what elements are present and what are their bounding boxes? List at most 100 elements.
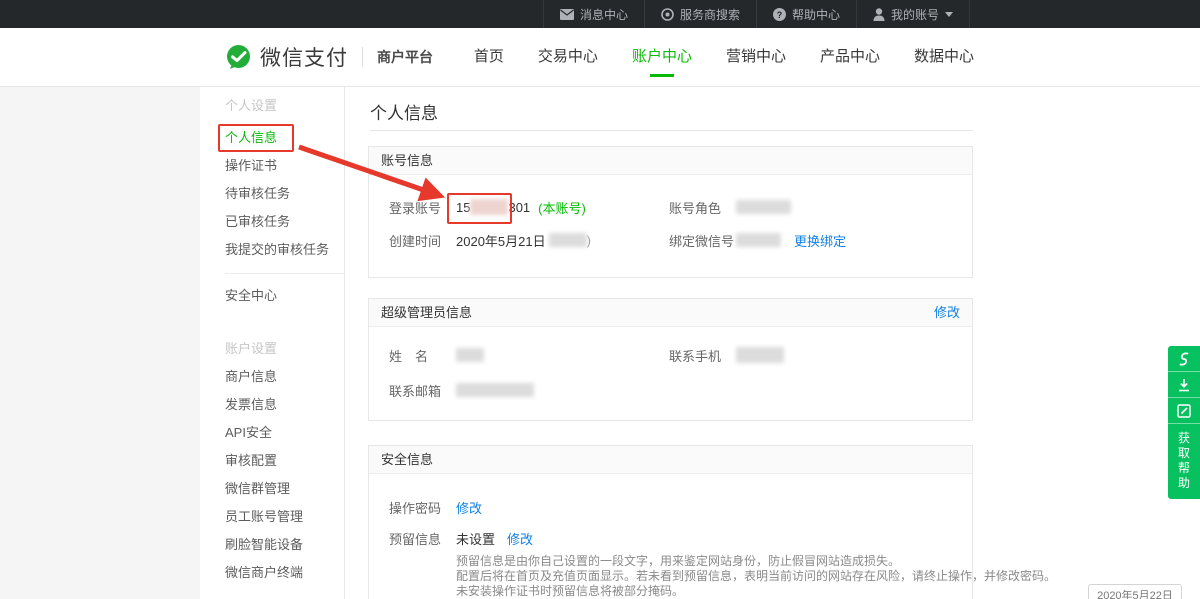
redacted-email: [456, 383, 534, 397]
sidebar-item-reviewed-tasks[interactable]: 已审核任务: [200, 208, 344, 236]
admin-name-label: 姓 名: [389, 347, 428, 363]
sidebar-header-account-settings: 账户设置: [200, 335, 344, 363]
nav-account-center[interactable]: 账户中心: [628, 28, 696, 86]
account-role-label: 账号角色: [669, 199, 721, 215]
sidebar-item-pending-review-tasks[interactable]: 待审核任务: [200, 180, 344, 208]
get-help-button[interactable]: 获取帮助: [1168, 424, 1200, 499]
admin-phone-label: 联系手机: [669, 347, 721, 363]
login-account-value: 15 301 (本账号): [456, 199, 586, 215]
title-divider: [370, 130, 973, 131]
brand-portal: 商户平台: [377, 47, 433, 67]
super-admin-card: 超级管理员信息 修改 姓 名 联系手机 联系邮箱: [368, 298, 973, 421]
link-icon: [1177, 351, 1191, 367]
bound-wechat-value: 更换绑定: [736, 232, 846, 248]
toolbar-download-button[interactable]: [1168, 372, 1200, 398]
header: 微信支付 商户平台 首页 交易中心 账户中心 营销中心 产品中心 数据中心: [0, 28, 1200, 87]
super-admin-modify-link[interactable]: 修改: [934, 299, 960, 326]
wechat-pay-logo-icon: [225, 44, 252, 71]
sidebar-item-invoice-info[interactable]: 发票信息: [200, 391, 344, 419]
created-time-label: 创建时间: [389, 232, 441, 248]
main-nav: 首页 交易中心 账户中心 营销中心 产品中心 数据中心: [470, 28, 978, 86]
sidebar-item-operation-certificate[interactable]: 操作证书: [200, 152, 344, 180]
sidebar-item-security-center[interactable]: 安全中心: [200, 282, 344, 310]
topbar-menu: 消息中心 服务商搜索 ? 帮助中心 我的账号: [543, 0, 970, 28]
topbar-item-label: 服务商搜索: [680, 6, 740, 23]
reserved-info-status: 未设置: [456, 529, 495, 548]
super-admin-card-header: 超级管理员信息 修改: [369, 299, 972, 327]
topbar-item-label: 我的账号: [891, 6, 939, 23]
sidebar-item-api-security[interactable]: API安全: [200, 419, 344, 447]
nav-marketing-center[interactable]: 营销中心: [722, 28, 790, 86]
admin-phone-value: [736, 347, 784, 363]
topbar-item-my-account[interactable]: 我的账号: [856, 0, 970, 28]
sidebar-divider: [225, 273, 344, 274]
topbar-item-provider-search[interactable]: 服务商搜索: [644, 0, 756, 28]
help-icon: ?: [773, 8, 786, 21]
security-info-title: 安全信息: [381, 446, 433, 473]
redacted-phone: [736, 347, 784, 363]
account-icon: [873, 8, 885, 21]
sidebar-item-wechat-merchant-terminal[interactable]: 微信商户终端: [200, 559, 344, 587]
brand-name: 微信支付: [260, 42, 348, 72]
topbar-item-help-center[interactable]: ? 帮助中心: [756, 0, 856, 28]
admin-email-label: 联系邮箱: [389, 382, 441, 398]
security-info-card-header: 安全信息: [369, 446, 972, 474]
nav-product-center[interactable]: 产品中心: [816, 28, 884, 86]
brand-divider: [362, 47, 363, 67]
redacted-wechat-id: [736, 233, 781, 247]
sidebar-item-personal-info[interactable]: 个人信息: [200, 124, 344, 152]
redacted-login-middle: [470, 199, 508, 215]
svg-text:?: ?: [777, 9, 783, 19]
topbar-item-label: 帮助中心: [792, 6, 840, 23]
sidebar-item-my-submitted-review-tasks[interactable]: 我提交的审核任务: [200, 236, 344, 264]
topbar-item-label: 消息中心: [580, 6, 628, 23]
redacted-role: [736, 200, 791, 214]
nav-transaction-center[interactable]: 交易中心: [534, 28, 602, 86]
search-icon: [661, 8, 674, 21]
sidebar-item-merchant-info[interactable]: 商户信息: [200, 363, 344, 391]
feedback-icon: [1177, 404, 1191, 418]
nav-data-center[interactable]: 数据中心: [910, 28, 978, 86]
toolbar-feedback-button[interactable]: [1168, 398, 1200, 424]
account-info-card: 账号信息 登录账号 15 301 (本账号) 账号角色 创建时间 2020年5月…: [368, 146, 973, 278]
reserved-info-description: 预留信息是由你自己设置的一段文字，用来鉴定网站身份，防止假冒网站造成损失。 配置…: [456, 554, 1056, 599]
created-time-value: 2020年5月21日 ): [456, 232, 591, 248]
redacted-created-by: [549, 233, 587, 247]
message-icon: [560, 9, 574, 20]
sidebar: 个人设置 个人信息 操作证书 待审核任务 已审核任务 我提交的审核任务 安全中心…: [200, 87, 345, 599]
reserved-info-label: 预留信息: [389, 530, 441, 546]
sidebar-item-wechat-group-management[interactable]: 微信群管理: [200, 475, 344, 503]
sidebar-item-review-config[interactable]: 审核配置: [200, 447, 344, 475]
date-tooltip: 2020年5月22日: [1088, 584, 1182, 599]
rebind-link[interactable]: 更换绑定: [794, 231, 846, 250]
brand: 微信支付 商户平台: [225, 28, 433, 86]
account-role-value: [736, 199, 791, 215]
admin-name-value: [456, 347, 484, 363]
admin-email-value: [456, 382, 534, 398]
nav-home[interactable]: 首页: [470, 28, 508, 86]
download-icon: [1177, 378, 1191, 392]
chevron-down-icon: [945, 12, 953, 17]
left-gray-strip: [0, 87, 200, 599]
account-info-title: 账号信息: [381, 147, 433, 174]
security-info-card: 安全信息 操作密码 修改 预留信息 未设置 修改 预留信息是由你自己设置的一段文…: [368, 445, 973, 599]
account-info-card-header: 账号信息: [369, 147, 972, 175]
this-account-note: (本账号): [538, 198, 586, 217]
toolbar-link-button[interactable]: [1168, 346, 1200, 372]
reserved-info-modify-link[interactable]: 修改: [507, 529, 533, 548]
wechat-pay-merchant-page: 消息中心 服务商搜索 ? 帮助中心 我的账号 微信: [0, 0, 1200, 599]
redacted-name: [456, 348, 484, 362]
reserved-info-value: 未设置 修改: [456, 530, 533, 546]
super-admin-title: 超级管理员信息: [381, 299, 472, 326]
floating-toolbar: 获取帮助: [1168, 346, 1200, 499]
operation-password-label: 操作密码: [389, 499, 441, 515]
page-title: 个人信息: [370, 99, 438, 124]
sidebar-item-staff-account-management[interactable]: 员工账号管理: [200, 503, 344, 531]
topbar: 消息中心 服务商搜索 ? 帮助中心 我的账号: [0, 0, 1200, 28]
bound-wechat-label: 绑定微信号: [669, 232, 734, 248]
sidebar-header-personal-settings: 个人设置: [200, 92, 344, 120]
sidebar-item-face-payment-devices[interactable]: 刷脸智能设备: [200, 531, 344, 559]
login-account-label: 登录账号: [389, 199, 441, 215]
topbar-item-messages[interactable]: 消息中心: [543, 0, 644, 28]
operation-password-modify-link[interactable]: 修改: [456, 499, 482, 515]
